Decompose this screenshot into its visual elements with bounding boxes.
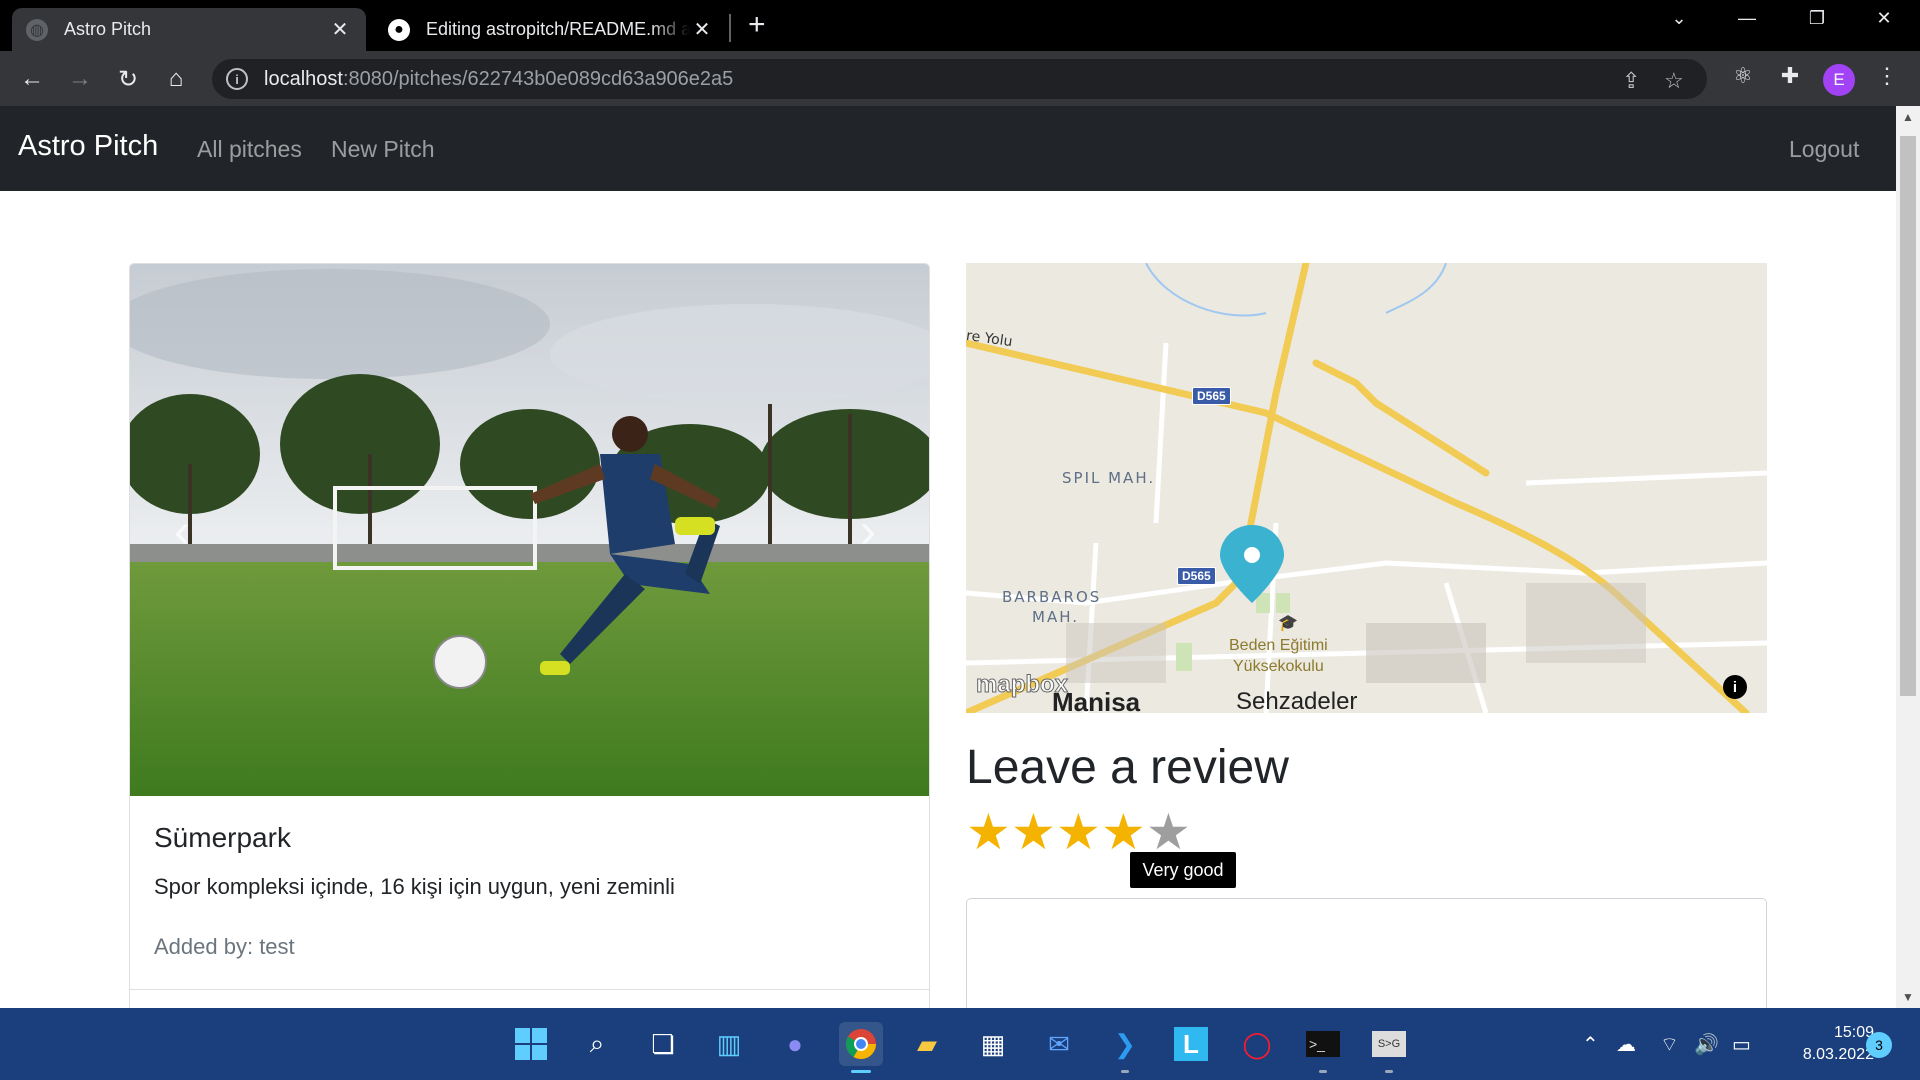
pitch-card: ‹ › Sümerpark Spor kompleksi içinde, 16 … [129,263,930,1023]
app-navbar: Astro Pitch All pitches New Pitch Logout [0,106,1896,191]
battery-icon[interactable]: ▭ [1732,1032,1751,1057]
star-rating[interactable]: ★ ★ ★ ★ ★ [966,806,1191,858]
pitch-photo: ‹ › [130,264,929,796]
scroll-down-arrow-icon[interactable]: ▼ [1896,990,1920,1004]
system-clock[interactable]: 15:09 8.03.2022 [1790,1022,1874,1066]
task-view-icon[interactable]: ❏ [641,1022,685,1066]
star-icon[interactable]: ★ [1011,806,1056,858]
url-text[interactable]: localhost:8080/pitches/622743b0e089cd63a… [264,68,733,91]
pitch-map[interactable]: re Yolu D565 D565 SPIL MAH. BARBAROS MAH… [966,263,1767,713]
globe-icon: ◍ [26,18,48,41]
mail-icon[interactable]: ✉ [1037,1022,1081,1066]
clock-time: 15:09 [1833,1024,1874,1041]
menu-kebab-icon[interactable]: ⋮ [1872,63,1902,89]
chrome-running-indicator [851,1070,871,1073]
tab-search-icon[interactable]: ⌄ [1659,8,1699,29]
bookmark-star-icon[interactable]: ☆ [1664,68,1684,94]
pitch-title: Sümerpark [154,822,291,853]
l-app-icon[interactable]: L [1169,1022,1213,1066]
tab-divider [729,14,731,42]
switcher-app-icon[interactable]: S>G [1367,1022,1411,1066]
profile-avatar[interactable]: E [1823,64,1855,96]
back-button[interactable]: ← [16,63,48,95]
teams-chat-icon[interactable]: ● [773,1022,817,1066]
share-icon[interactable]: ⇪ [1622,68,1640,94]
card-divider [130,989,929,990]
react-devtools-icon[interactable]: ⚛ [1728,63,1758,89]
address-bar[interactable]: i localhost:8080/pitches/622743b0e089cd6… [212,59,1707,99]
browser-toolbar: ← → ↻ ⌂ i localhost:8080/pitches/622743b… [0,51,1920,106]
chrome-icon[interactable] [839,1022,883,1066]
map-poi-name-1: Beden Eğitimi [1229,637,1328,654]
pitch-description: Spor kompleksi içinde, 16 kişi için uygu… [154,874,675,899]
new-tab-button[interactable]: + [748,10,766,40]
home-button[interactable]: ⌂ [160,63,192,95]
tab-title: Editing astropitch/README.md at [426,19,690,39]
carousel-prev-icon[interactable]: ‹ [174,504,190,559]
star-icon[interactable]: ★ [1101,806,1146,858]
site-info-icon[interactable]: i [226,68,248,90]
map-label-barbaros: BARBAROS [1002,588,1102,606]
windows-taskbar: ⌕ ❏ ▥ ● ▰ ▦ ✉ ❯ L ◯ >_ S>G ⌃ ☁ ⌔ 🔊 ▭ 15:… [0,1008,1920,1080]
pitch-author: Added by: test [154,934,295,959]
star-icon[interactable]: ★ [966,806,1011,858]
search-icon[interactable]: ⌕ [575,1022,619,1066]
switcher-running-indicator [1385,1070,1393,1073]
vscode-running-indicator [1121,1070,1129,1073]
terminal-running-indicator [1319,1070,1327,1073]
start-windows-icon[interactable] [509,1022,553,1066]
microsoft-store-icon[interactable]: ▦ [971,1022,1015,1066]
url-host: localhost [264,67,343,90]
reload-button[interactable]: ↻ [112,63,144,95]
restore-button[interactable]: ❐ [1797,8,1837,29]
map-label-barbaros-mah: MAH. [1032,608,1079,626]
forward-button[interactable]: → [64,63,96,95]
rating-tooltip: Very good [1130,852,1236,888]
minimize-button[interactable]: — [1727,8,1767,29]
tab-title: Astro Pitch [64,19,152,39]
github-icon: ● [388,18,410,41]
opera-icon[interactable]: ◯ [1235,1022,1279,1066]
close-icon[interactable]: ✕ [690,17,714,42]
extensions-puzzle-icon[interactable]: ✚ [1775,63,1805,89]
star-icon[interactable]: ★ [1056,806,1101,858]
browser-tabstrip: ◍ Astro Pitch ✕ ● Editing astropitch/REA… [0,0,1920,51]
review-heading: Leave a review [966,741,1289,794]
nav-new-pitch[interactable]: New Pitch [331,136,435,163]
nav-all-pitches[interactable]: All pitches [197,136,302,163]
notification-badge[interactable]: 3 [1866,1032,1892,1058]
volume-icon[interactable]: 🔊 [1694,1032,1719,1057]
map-poi-name-2: Yüksekokulu [1233,658,1324,675]
star-icon[interactable]: ★ [1146,806,1191,858]
widgets-icon[interactable]: ▥ [707,1022,751,1066]
scroll-up-arrow-icon[interactable]: ▲ [1896,110,1920,124]
wifi-icon[interactable]: ⌔ [1660,1032,1679,1057]
navbar-brand[interactable]: Astro Pitch [18,130,158,163]
clock-date: 8.03.2022 [1802,1046,1874,1063]
page-scrollbar[interactable]: ▲ ▼ [1896,106,1920,1008]
map-district-label: Sehzadeler [1236,688,1358,713]
map-label-spil: SPIL MAH. [1062,469,1156,487]
map-poi-school-icon: 🎓 [1278,615,1298,632]
road-shield-d565-lower: D565 [1177,567,1216,585]
onedrive-cloud-icon[interactable]: ☁ [1616,1032,1636,1057]
mapbox-logo[interactable]: mapbox [975,671,1068,699]
file-explorer-icon[interactable]: ▰ [905,1022,949,1066]
close-icon[interactable]: ✕ [328,17,352,42]
terminal-icon[interactable]: >_ [1301,1022,1345,1066]
tab-astro-pitch[interactable]: ◍ Astro Pitch ✕ [12,8,366,51]
road-shield-d565: D565 [1192,387,1231,405]
map-attribution-info-icon[interactable]: i [1723,675,1747,699]
vscode-icon[interactable]: ❯ [1103,1022,1147,1066]
close-window-button[interactable]: ✕ [1864,8,1904,29]
tab-github-readme[interactable]: ● Editing astropitch/README.md at ✕ [374,8,728,51]
url-path: :8080/pitches/622743b0e089cd63a906e2a5 [342,67,734,90]
scroll-thumb[interactable] [1900,136,1916,696]
carousel-next-icon[interactable]: › [860,504,876,559]
logout-link[interactable]: Logout [1789,136,1859,163]
tray-overflow-chevron-icon[interactable]: ⌃ [1582,1032,1599,1057]
